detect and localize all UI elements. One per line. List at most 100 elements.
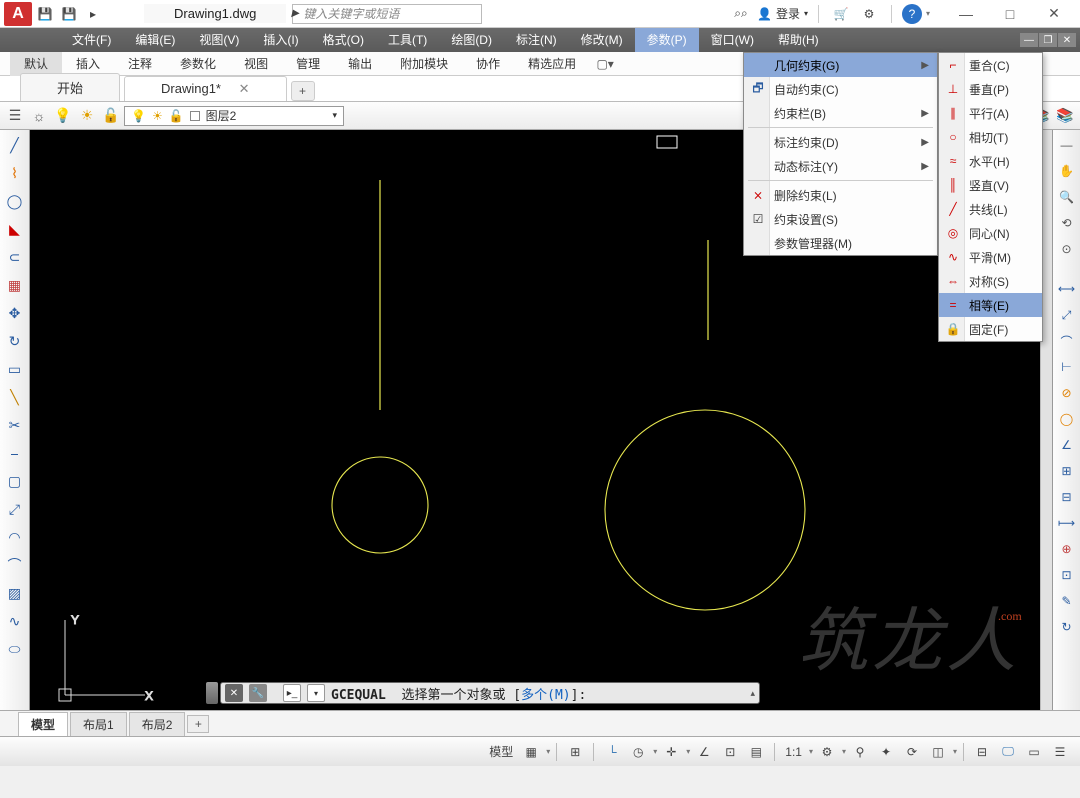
- zoom-icon[interactable]: 🔍: [1056, 186, 1078, 208]
- gc-collinear[interactable]: ╱共线(L): [939, 197, 1042, 221]
- cmd-close-icon[interactable]: ✕: [225, 684, 243, 702]
- params-manager[interactable]: 参数管理器(M): [744, 231, 937, 255]
- status-gear-icon[interactable]: ⚙: [815, 741, 839, 763]
- status-grid[interactable]: ▦: [519, 741, 543, 763]
- tab-parametric[interactable]: 参数化: [166, 52, 230, 76]
- status-cyc-icon[interactable]: ⟳: [900, 741, 924, 763]
- doctab-new[interactable]: +: [291, 81, 315, 101]
- params-geom-constraint[interactable]: 几何约束(G)▶: [744, 53, 937, 77]
- login-button[interactable]: 👤 登录 ▾: [757, 5, 808, 22]
- status-clean-icon[interactable]: ▭: [1022, 741, 1046, 763]
- spline-tool[interactable]: ∿: [4, 610, 26, 632]
- orbit-icon[interactable]: ⟲: [1056, 212, 1078, 234]
- gc-smooth[interactable]: ∿平滑(M): [939, 245, 1042, 269]
- status-person-icon[interactable]: ⚲: [848, 741, 872, 763]
- dim-ord-icon[interactable]: ⊢: [1056, 356, 1078, 378]
- menu-tools[interactable]: 工具(T): [376, 28, 439, 52]
- status-qp[interactable]: ▤: [744, 741, 768, 763]
- tab-addins[interactable]: 附加模块: [386, 52, 462, 76]
- dim-arc-icon[interactable]: ⌒: [1056, 330, 1078, 352]
- trim-tool[interactable]: ✂: [4, 414, 26, 436]
- qat-more[interactable]: ▸: [82, 3, 104, 25]
- tab-annotate[interactable]: 注释: [114, 52, 166, 76]
- search-icon[interactable]: ⌕⌕: [729, 3, 753, 25]
- menu-modify[interactable]: 修改(M): [569, 28, 635, 52]
- doctab-drawing1[interactable]: Drawing1* ✕: [124, 76, 287, 101]
- tab-view[interactable]: 视图: [230, 52, 282, 76]
- dim-linear-icon[interactable]: ⟷: [1056, 278, 1078, 300]
- params-dim-constraint[interactable]: 标注约束(D)▶: [744, 130, 937, 154]
- menu-format[interactable]: 格式(O): [311, 28, 376, 52]
- tab-output[interactable]: 输出: [334, 52, 386, 76]
- status-iso-icon[interactable]: ✦: [874, 741, 898, 763]
- tab-collapse[interactable]: ▢▾: [590, 57, 620, 71]
- arc-tool[interactable]: ⌒: [4, 554, 26, 576]
- move-tool[interactable]: ✥: [4, 302, 26, 324]
- params-auto-constraint[interactable]: 🗗 自动约束(C): [744, 77, 937, 101]
- doc-close[interactable]: ✕: [1058, 33, 1076, 47]
- status-ortho[interactable]: └: [600, 741, 624, 763]
- fillet-tool[interactable]: ◠: [4, 526, 26, 548]
- scale-tool[interactable]: ⤢: [4, 498, 26, 520]
- hatch-tool[interactable]: ▨: [4, 582, 26, 604]
- params-delete-constraint[interactable]: ⨯ 删除约束(L): [744, 183, 937, 207]
- menu-dim[interactable]: 标注(N): [504, 28, 569, 52]
- layer-props-icon[interactable]: ☰: [4, 105, 26, 127]
- app-logo[interactable]: A: [4, 2, 32, 26]
- mirror-tool[interactable]: ◣: [4, 218, 26, 240]
- save-button[interactable]: 💾: [34, 3, 56, 25]
- menu-help[interactable]: 帮助(H): [766, 28, 831, 52]
- doc-minimize[interactable]: —: [1020, 33, 1038, 47]
- dim-dia-icon[interactable]: ◯: [1056, 408, 1078, 430]
- dim-base-icon[interactable]: ⊟: [1056, 486, 1078, 508]
- gc-perpendicular[interactable]: ⊥垂直(P): [939, 77, 1042, 101]
- menu-view[interactable]: 视图(V): [187, 28, 251, 52]
- dim-insp-icon[interactable]: ⊡: [1056, 564, 1078, 586]
- maximize-button[interactable]: □: [988, 2, 1032, 26]
- cart-icon[interactable]: 🛒: [829, 3, 853, 25]
- params-constraint-bar[interactable]: 约束栏(B)▶: [744, 101, 937, 125]
- layer-freeze-icon[interactable]: ☀: [76, 105, 98, 127]
- dim-edit-icon[interactable]: ✎: [1056, 590, 1078, 612]
- tab-featured[interactable]: 精选应用: [514, 52, 590, 76]
- tab-default[interactable]: 默认: [10, 52, 62, 76]
- share-icon[interactable]: ⚙: [857, 3, 881, 25]
- gc-concentric[interactable]: ◎同心(N): [939, 221, 1042, 245]
- layers-group-9[interactable]: 📚: [1054, 105, 1076, 127]
- saveas-button[interactable]: 💾: [58, 3, 80, 25]
- status-polar[interactable]: ◷: [626, 741, 650, 763]
- rotate-tool[interactable]: ↻: [4, 330, 26, 352]
- tab-collab[interactable]: 协作: [462, 52, 514, 76]
- gc-fix[interactable]: 🔒固定(F): [939, 317, 1042, 341]
- wheel-icon[interactable]: ⊙: [1056, 238, 1078, 260]
- offset-tool[interactable]: ⊂: [4, 246, 26, 268]
- menu-window[interactable]: 窗口(W): [699, 28, 766, 52]
- gc-equal[interactable]: =相等(E): [939, 293, 1042, 317]
- layer-dropdown[interactable]: 💡☀🔓 图层2 ▾: [124, 106, 344, 126]
- tab-add-layout[interactable]: +: [187, 715, 209, 733]
- menu-edit[interactable]: 编辑(E): [123, 28, 187, 52]
- nav-cube[interactable]: —: [1056, 134, 1078, 156]
- pline-tool[interactable]: ⌇: [4, 162, 26, 184]
- dim-rad-icon[interactable]: ⊘: [1056, 382, 1078, 404]
- circle-tool[interactable]: ◯: [4, 190, 26, 212]
- extend-tool[interactable]: ⎯: [4, 442, 26, 464]
- status-dwf-icon[interactable]: ◫: [926, 741, 950, 763]
- cmd-handle[interactable]: [206, 682, 218, 704]
- tab-layout1[interactable]: 布局1: [70, 712, 127, 736]
- array-tool[interactable]: ▦: [4, 274, 26, 296]
- menu-params[interactable]: 参数(P): [635, 28, 699, 52]
- gc-symmetric[interactable]: ⇔对称(S): [939, 269, 1042, 293]
- tab-manage[interactable]: 管理: [282, 52, 334, 76]
- cmd-wrench-icon[interactable]: 🔧: [249, 684, 267, 702]
- status-lwt[interactable]: ∠: [692, 741, 716, 763]
- tab-layout2[interactable]: 布局2: [129, 712, 186, 736]
- doctab-start[interactable]: 开始: [20, 73, 120, 101]
- line-tool[interactable]: ╱: [4, 134, 26, 156]
- ellipse-tool[interactable]: ⬭: [4, 638, 26, 660]
- status-monitor-icon[interactable]: 🖵: [996, 741, 1020, 763]
- params-dyn-dim[interactable]: 动态标注(Y)▶: [744, 154, 937, 178]
- menu-file[interactable]: 文件(F): [60, 28, 123, 52]
- status-props-icon[interactable]: ⊟: [970, 741, 994, 763]
- gc-horizontal[interactable]: ≈水平(H): [939, 149, 1042, 173]
